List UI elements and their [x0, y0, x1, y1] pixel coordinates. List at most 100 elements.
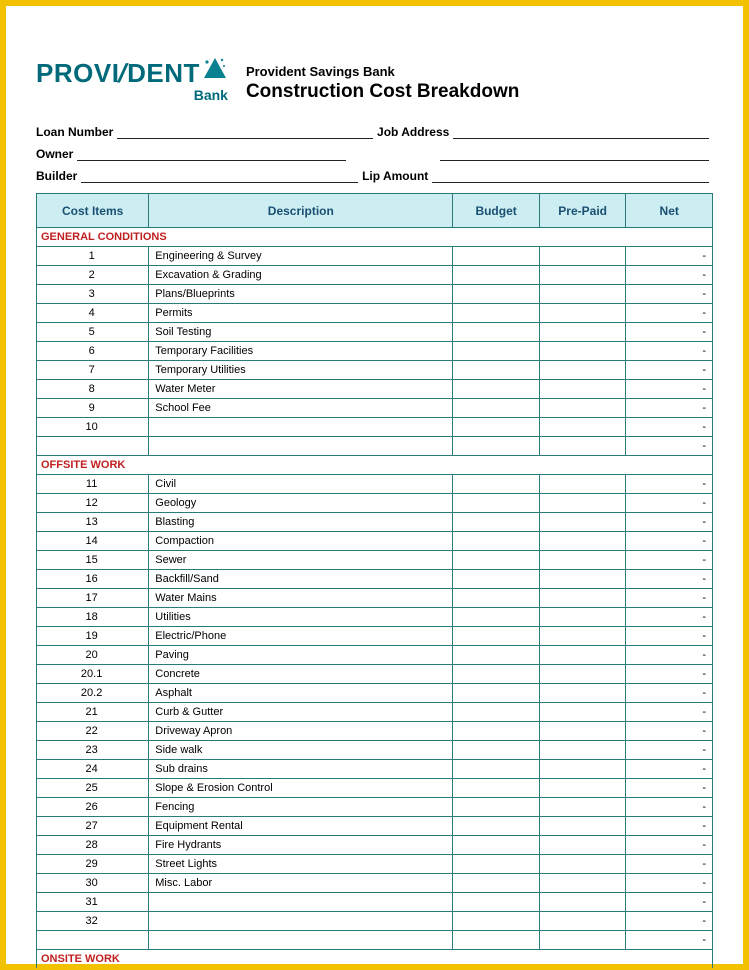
cell-budget[interactable]: [453, 893, 540, 912]
cell-budget[interactable]: [453, 741, 540, 760]
cell-net[interactable]: -: [626, 399, 713, 418]
cell-net[interactable]: -: [626, 836, 713, 855]
cell-prepaid[interactable]: [539, 380, 626, 399]
cell-prepaid[interactable]: [539, 893, 626, 912]
cell-budget[interactable]: [453, 665, 540, 684]
cell-prepaid[interactable]: [539, 665, 626, 684]
cell-budget[interactable]: [453, 361, 540, 380]
cell-net[interactable]: -: [626, 798, 713, 817]
cell-prepaid[interactable]: [539, 589, 626, 608]
cell-budget[interactable]: [453, 779, 540, 798]
cell-net[interactable]: -: [626, 494, 713, 513]
cell-net[interactable]: -: [626, 684, 713, 703]
cell-budget[interactable]: [453, 703, 540, 722]
cell-prepaid[interactable]: [539, 247, 626, 266]
cell-net[interactable]: -: [626, 627, 713, 646]
cell-prepaid[interactable]: [539, 323, 626, 342]
cell-prepaid[interactable]: [539, 855, 626, 874]
cell-budget[interactable]: [453, 247, 540, 266]
cell-budget[interactable]: [453, 589, 540, 608]
cell-net[interactable]: -: [626, 874, 713, 893]
cell-net[interactable]: -: [626, 380, 713, 399]
cell-prepaid[interactable]: [539, 532, 626, 551]
cell-prepaid[interactable]: [539, 798, 626, 817]
cell-prepaid[interactable]: [539, 646, 626, 665]
cell-net[interactable]: -: [626, 817, 713, 836]
cell-budget[interactable]: [453, 380, 540, 399]
cell-prepaid[interactable]: [539, 912, 626, 931]
cell-net[interactable]: -: [626, 247, 713, 266]
cell-prepaid[interactable]: [539, 361, 626, 380]
cell-net[interactable]: -: [626, 266, 713, 285]
cell-net[interactable]: -: [626, 570, 713, 589]
cell-net[interactable]: -: [626, 551, 713, 570]
cell-prepaid[interactable]: [539, 304, 626, 323]
cell-prepaid[interactable]: [539, 513, 626, 532]
cell-net[interactable]: -: [626, 646, 713, 665]
cell-budget[interactable]: [453, 836, 540, 855]
cell-net[interactable]: -: [626, 532, 713, 551]
cell-budget[interactable]: [453, 627, 540, 646]
cell-prepaid[interactable]: [539, 399, 626, 418]
cell-budget[interactable]: [453, 399, 540, 418]
cell-prepaid[interactable]: [539, 551, 626, 570]
cell-budget[interactable]: [453, 798, 540, 817]
cell-net[interactable]: -: [626, 703, 713, 722]
cell-budget[interactable]: [453, 570, 540, 589]
cell-prepaid[interactable]: [539, 285, 626, 304]
cell-budget[interactable]: [453, 760, 540, 779]
cell-net[interactable]: -: [626, 855, 713, 874]
cell-net[interactable]: -: [626, 361, 713, 380]
cell-budget[interactable]: [453, 874, 540, 893]
input-loan-number[interactable]: [117, 123, 373, 139]
cell-net[interactable]: -: [626, 342, 713, 361]
cell-budget[interactable]: [453, 684, 540, 703]
cell-budget[interactable]: [453, 817, 540, 836]
cell-budget[interactable]: [453, 608, 540, 627]
cell-budget[interactable]: [453, 418, 540, 437]
input-owner[interactable]: [77, 145, 346, 161]
cell-budget[interactable]: [453, 532, 540, 551]
cell-net[interactable]: -: [626, 665, 713, 684]
cell-prepaid[interactable]: [539, 703, 626, 722]
input-owner-2[interactable]: [440, 145, 709, 161]
cell-prepaid[interactable]: [539, 760, 626, 779]
cell-budget[interactable]: [453, 912, 540, 931]
cell-budget[interactable]: [453, 855, 540, 874]
cell-budget[interactable]: [453, 513, 540, 532]
cell-net[interactable]: -: [626, 475, 713, 494]
input-job-address[interactable]: [453, 123, 709, 139]
cell-budget[interactable]: [453, 304, 540, 323]
cell-budget[interactable]: [453, 266, 540, 285]
cell-net[interactable]: -: [626, 589, 713, 608]
cell-net[interactable]: -: [626, 893, 713, 912]
cell-net[interactable]: -: [626, 323, 713, 342]
cell-net[interactable]: -: [626, 608, 713, 627]
cell-prepaid[interactable]: [539, 494, 626, 513]
cell-prepaid[interactable]: [539, 418, 626, 437]
cell-budget[interactable]: [453, 551, 540, 570]
cell-budget[interactable]: [453, 722, 540, 741]
input-builder[interactable]: [81, 167, 358, 183]
cell-budget[interactable]: [453, 646, 540, 665]
cell-net[interactable]: -: [626, 304, 713, 323]
cell-budget[interactable]: [453, 494, 540, 513]
cell-budget[interactable]: [453, 285, 540, 304]
cell-prepaid[interactable]: [539, 684, 626, 703]
cell-prepaid[interactable]: [539, 475, 626, 494]
cell-budget[interactable]: [453, 475, 540, 494]
cell-net[interactable]: -: [626, 760, 713, 779]
cell-net[interactable]: -: [626, 285, 713, 304]
cell-budget[interactable]: [453, 323, 540, 342]
cell-net[interactable]: -: [626, 418, 713, 437]
cell-prepaid[interactable]: [539, 836, 626, 855]
cell-net[interactable]: -: [626, 722, 713, 741]
cell-prepaid[interactable]: [539, 342, 626, 361]
cell-prepaid[interactable]: [539, 779, 626, 798]
input-lip-amount[interactable]: [432, 167, 709, 183]
cell-prepaid[interactable]: [539, 874, 626, 893]
cell-prepaid[interactable]: [539, 627, 626, 646]
cell-net[interactable]: -: [626, 779, 713, 798]
cell-prepaid[interactable]: [539, 722, 626, 741]
cell-net[interactable]: -: [626, 912, 713, 931]
